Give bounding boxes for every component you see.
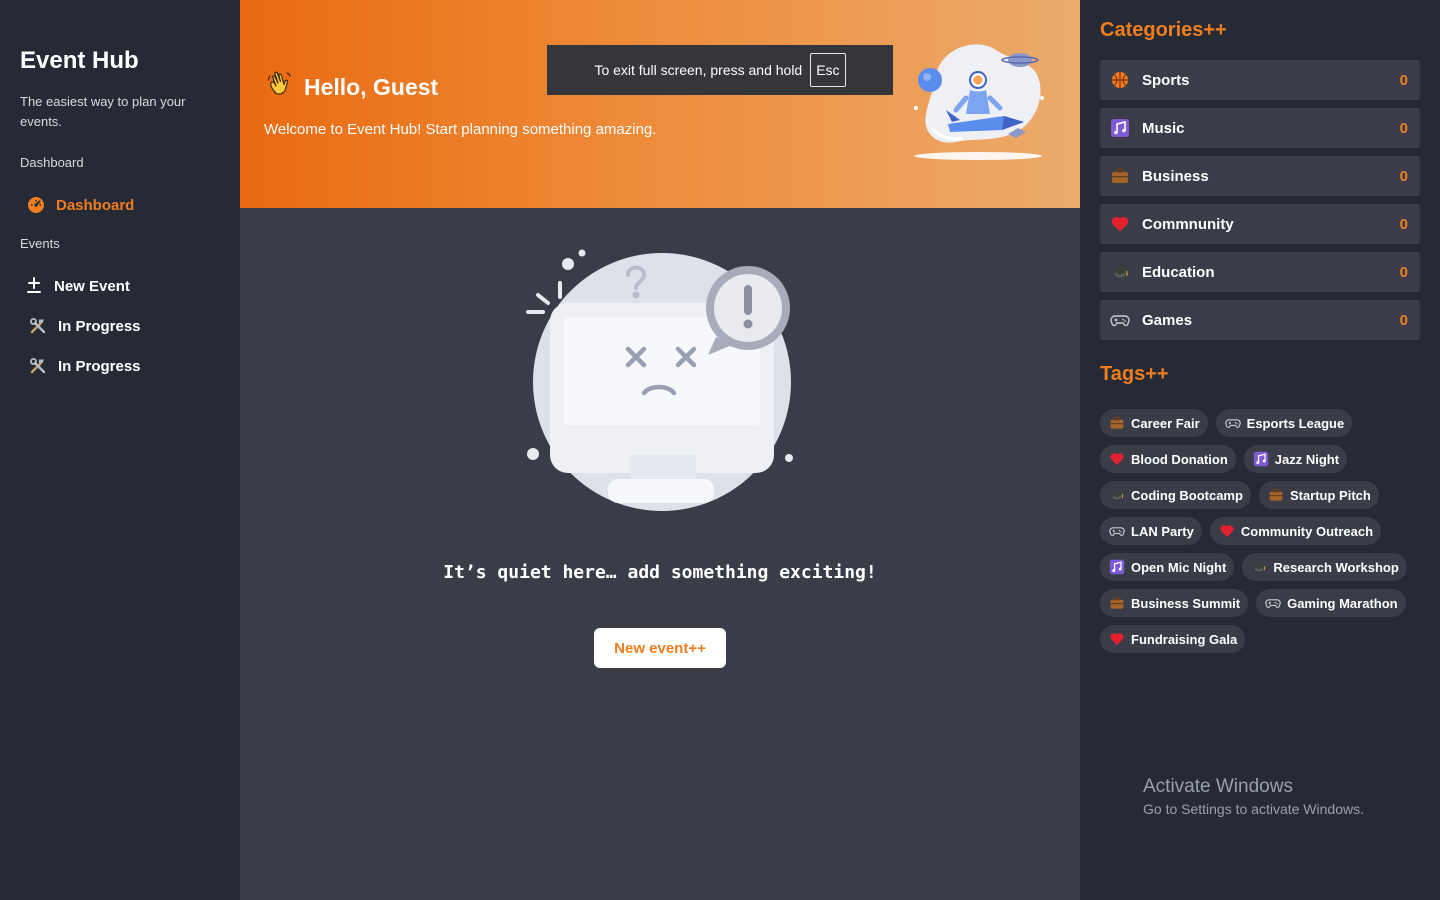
gauge-icon <box>26 195 46 215</box>
category-name: Games <box>1142 311 1193 329</box>
right-panel: Categories++ Sports 0 Music 0 Business 0… <box>1080 0 1440 900</box>
tag-chip[interactable]: Community Outreach <box>1209 517 1382 545</box>
heart-icon <box>1109 451 1125 467</box>
tag-label: Research Workshop <box>1273 559 1399 575</box>
category-community[interactable]: Commnunity 0 <box>1100 204 1420 244</box>
section-label-dashboard: Dashboard <box>20 155 84 170</box>
empty-state-message: It’s quiet here… add something exciting! <box>443 562 877 583</box>
windows-activation-watermark: Activate Windows Go to Settings to activ… <box>1143 776 1364 817</box>
tag-chip[interactable]: Research Workshop <box>1242 553 1407 581</box>
tag-label: LAN Party <box>1131 523 1194 539</box>
category-business[interactable]: Business 0 <box>1100 156 1420 196</box>
basketball-icon <box>1110 70 1130 90</box>
tag-label: Career Fair <box>1131 415 1200 431</box>
graduation-cap-icon <box>1110 262 1130 282</box>
tag-chip[interactable]: Jazz Night <box>1243 445 1348 473</box>
brand-tagline: The easiest way to plan your events. <box>20 94 186 129</box>
category-education[interactable]: Education 0 <box>1100 252 1420 292</box>
brand-title: Event Hub <box>20 47 139 74</box>
tag-label: Fundraising Gala <box>1131 631 1238 647</box>
category-sports[interactable]: Sports 0 <box>1100 60 1420 100</box>
nav-item-dashboard[interactable]: Dashboard <box>26 195 134 215</box>
tag-label: Business Summit <box>1131 595 1241 611</box>
briefcase-icon <box>1109 415 1125 431</box>
nav-item-label: New Event <box>54 277 130 295</box>
tag-chip[interactable]: Fundraising Gala <box>1100 625 1246 653</box>
briefcase-icon <box>1268 487 1284 503</box>
tag-chip[interactable]: Gaming Marathon <box>1256 589 1406 617</box>
category-name: Business <box>1142 167 1209 185</box>
esc-key: Esc <box>810 53 846 87</box>
music-notes-icon <box>1109 559 1125 575</box>
category-name: Sports <box>1142 71 1190 89</box>
category-music[interactable]: Music 0 <box>1100 108 1420 148</box>
tag-label: Jazz Night <box>1274 451 1340 467</box>
tag-chip[interactable]: Career Fair <box>1100 409 1208 437</box>
category-name: Music <box>1142 119 1185 137</box>
graduation-cap-icon <box>1251 559 1267 575</box>
music-notes-icon <box>1253 451 1269 467</box>
tag-chip[interactable]: Coding Bootcamp <box>1100 481 1251 509</box>
gamepad-icon <box>1109 523 1125 539</box>
nav-item-label: Dashboard <box>56 196 135 214</box>
hero-subtitle: Welcome to Event Hub! Start planning som… <box>264 121 657 138</box>
category-count: 0 <box>1399 167 1408 185</box>
graduation-cap-icon <box>1109 487 1125 503</box>
tag-label: Community Outreach <box>1240 523 1374 539</box>
category-name: Education <box>1142 263 1215 281</box>
nav-item-label: In Progress <box>58 357 141 375</box>
briefcase-icon <box>1110 166 1130 186</box>
new-event-button[interactable]: New event++ <box>594 628 726 668</box>
hammer-wrench-icon <box>28 356 48 376</box>
tag-chip[interactable]: Blood Donation <box>1100 445 1236 473</box>
category-count: 0 <box>1399 71 1408 89</box>
plus-minus-icon <box>24 276 44 296</box>
hammer-wrench-icon <box>28 316 48 336</box>
tag-chip[interactable]: Esports League <box>1215 409 1353 437</box>
category-count: 0 <box>1399 263 1408 281</box>
tag-chip[interactable]: Open Mic Night <box>1100 553 1235 581</box>
heart-icon <box>1219 523 1235 539</box>
heart-icon <box>1110 214 1130 234</box>
waving-hand-icon <box>266 70 294 104</box>
nav-item-new-event[interactable]: New Event <box>24 276 130 296</box>
heart-icon <box>1109 631 1125 647</box>
category-count: 0 <box>1399 215 1408 233</box>
sidebar: Event Hub The easiest way to plan your e… <box>0 0 240 900</box>
category-name: Commnunity <box>1142 215 1234 233</box>
tag-label: Blood Donation <box>1131 451 1228 467</box>
tags-title[interactable]: Tags++ <box>1100 363 1169 386</box>
tag-label: Esports League <box>1246 415 1345 431</box>
watermark-line-2: Go to Settings to activate Windows. <box>1143 801 1364 817</box>
hero-greeting: Hello, Guest <box>266 70 438 104</box>
tag-chip[interactable]: Business Summit <box>1100 589 1249 617</box>
fullscreen-toast-text: To exit full screen, press and hold <box>594 62 803 78</box>
empty-state-illustration <box>526 249 793 511</box>
category-count: 0 <box>1399 119 1408 137</box>
tag-list: Career Fair Esports League Blood Donatio… <box>1100 409 1420 653</box>
tag-chip[interactable]: Startup Pitch <box>1258 481 1379 509</box>
briefcase-icon <box>1109 595 1125 611</box>
tag-label: Open Mic Night <box>1131 559 1227 575</box>
gamepad-icon <box>1110 310 1130 330</box>
category-games[interactable]: Games 0 <box>1100 300 1420 340</box>
music-notes-icon <box>1110 118 1130 138</box>
gamepad-icon <box>1265 595 1281 611</box>
tag-chip[interactable]: LAN Party <box>1100 517 1202 545</box>
tag-label: Gaming Marathon <box>1287 595 1398 611</box>
astronaut-illustration <box>914 44 1044 160</box>
categories-title[interactable]: Categories++ <box>1100 19 1227 42</box>
hero-banner: Hello, Guest Welcome to Event Hub! Start… <box>240 0 1080 208</box>
tag-label: Coding Bootcamp <box>1131 487 1243 503</box>
nav-item-in-progress[interactable]: In Progress <box>28 316 141 336</box>
tag-label: Startup Pitch <box>1289 487 1371 503</box>
watermark-line-1: Activate Windows <box>1143 776 1293 797</box>
nav-item-label: In Progress <box>58 317 141 335</box>
gamepad-icon <box>1225 415 1241 431</box>
greeting-text: Hello, Guest <box>304 73 439 100</box>
section-label-events: Events <box>20 236 60 251</box>
nav-item-in-progress[interactable]: In Progress <box>28 356 141 376</box>
fullscreen-toast: To exit full screen, press and hold Esc <box>547 45 893 95</box>
category-count: 0 <box>1399 311 1408 329</box>
